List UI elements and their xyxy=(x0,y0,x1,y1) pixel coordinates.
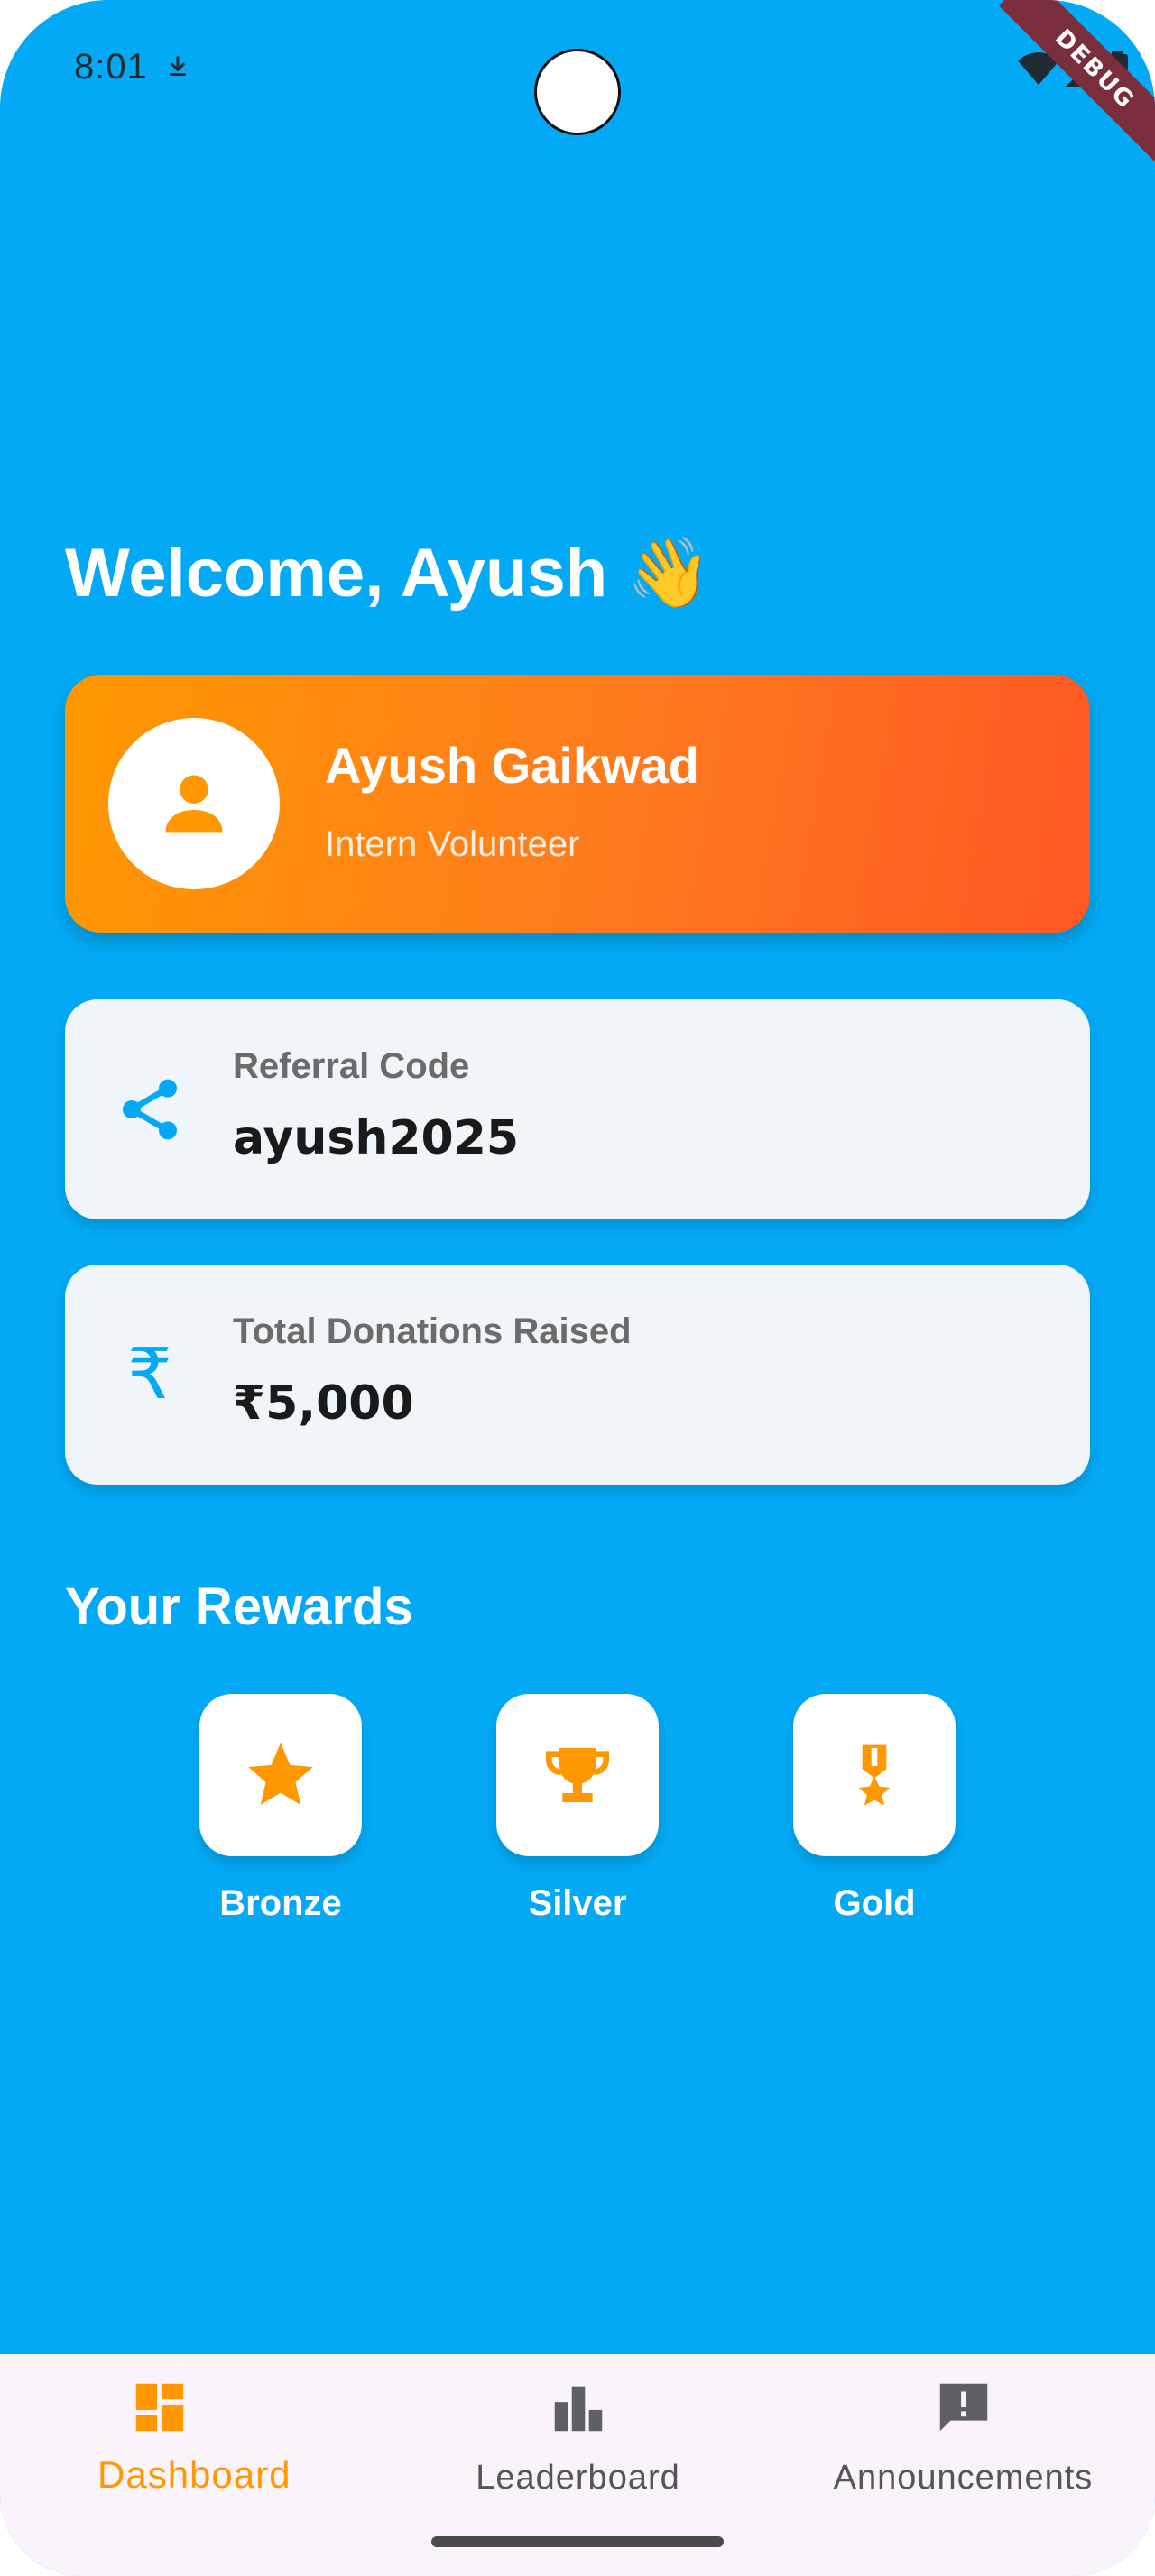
reward-badge xyxy=(199,1694,362,1856)
rewards-title: Your Rewards xyxy=(65,1578,413,1636)
download-status-icon xyxy=(170,56,186,76)
nav-label-leaderboard: Leaderboard xyxy=(476,2459,680,2497)
rupee-icon: ₹ xyxy=(127,1334,172,1415)
dashboard-icon xyxy=(135,2383,183,2432)
avatar xyxy=(108,718,280,889)
profile-card: Ayush Gaikwad Intern Volunteer xyxy=(65,675,1090,933)
referral-code-card[interactable]: Referral Code ayush2025 xyxy=(65,999,1090,1219)
nav-label-announcements: Announcements xyxy=(833,2459,1094,2497)
total-donations-label: Total Donations Raised xyxy=(233,1311,632,1351)
camera-cutout xyxy=(534,49,621,135)
reward-label: Gold xyxy=(833,1883,916,1923)
total-donations-value: ₹5,000 xyxy=(233,1376,414,1431)
phone-screen: 8:01 DEBUG Welcome, Ayush 👋 Ayush Gaikwa… xyxy=(0,0,1155,2576)
referral-code-label: Referral Code xyxy=(233,1046,470,1086)
status-bar: 8:01 DEBUG xyxy=(0,0,1155,166)
reward-bronze[interactable]: Bronze xyxy=(199,1694,362,1924)
reward-silver[interactable]: Silver xyxy=(496,1694,659,1924)
trophy-icon xyxy=(546,1748,609,1802)
reward-label: Silver xyxy=(528,1883,627,1923)
star-icon xyxy=(248,1743,313,1805)
nav-item-dashboard[interactable]: Dashboard xyxy=(0,2354,385,2576)
profile-name: Ayush Gaikwad xyxy=(325,737,699,794)
profile-role: Intern Volunteer xyxy=(325,824,580,864)
welcome-heading: Welcome, Ayush 👋 xyxy=(65,535,712,612)
reward-badge xyxy=(496,1694,659,1856)
share-icon xyxy=(114,1073,186,1145)
reward-gold[interactable]: Gold xyxy=(793,1694,956,1924)
reward-label: Bronze xyxy=(219,1883,342,1923)
reward-badge xyxy=(793,1694,956,1856)
status-time: 8:01 xyxy=(74,47,148,87)
total-donations-card: ₹ Total Donations Raised ₹5,000 xyxy=(65,1265,1090,1485)
nav-label-dashboard: Dashboard xyxy=(97,2453,291,2496)
nav-item-announcements[interactable]: Announcements xyxy=(771,2354,1155,2576)
person-icon xyxy=(165,775,223,833)
home-indicator[interactable] xyxy=(431,2536,724,2547)
medal-icon xyxy=(858,1744,891,1806)
leaderboard-icon xyxy=(554,2386,602,2432)
referral-code-value: ayush2025 xyxy=(233,1111,520,1165)
announcement-icon xyxy=(939,2383,987,2432)
